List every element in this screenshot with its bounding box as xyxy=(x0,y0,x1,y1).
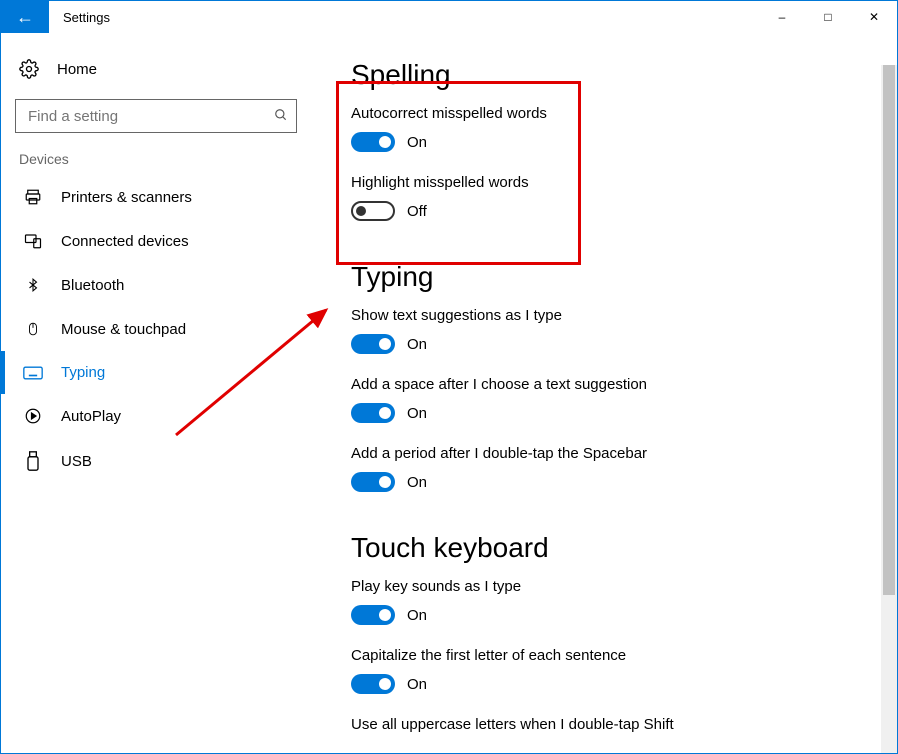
autocorrect-toggle-row: On xyxy=(351,132,857,152)
highlight-label: Highlight misspelled words xyxy=(351,174,857,191)
close-button[interactable]: ✕ xyxy=(851,1,897,33)
capitalize-label: Capitalize the first letter of each sent… xyxy=(351,647,857,664)
capitalize-toggle-row: On xyxy=(351,674,857,694)
highlight-state: Off xyxy=(407,203,427,220)
keyboard-icon xyxy=(23,366,43,380)
sounds-toggle-row: On xyxy=(351,605,857,625)
suggestions-state: On xyxy=(407,336,427,353)
highlight-toggle-row: Off xyxy=(351,201,857,221)
space-state: On xyxy=(407,405,427,422)
scrollbar-thumb[interactable] xyxy=(883,65,895,595)
window-controls: – □ ✕ xyxy=(759,1,897,33)
gear-icon xyxy=(19,59,39,79)
period-toggle-row: On xyxy=(351,472,857,492)
settings-window: ← Settings – □ ✕ Home xyxy=(0,0,898,754)
sidebar-item-label: Connected devices xyxy=(61,233,189,250)
space-toggle[interactable] xyxy=(351,403,395,423)
sidebar-item-label: USB xyxy=(61,453,92,470)
bluetooth-icon xyxy=(23,276,43,294)
highlight-toggle[interactable] xyxy=(351,201,395,221)
sidebar-item-label: Typing xyxy=(61,364,105,381)
sounds-state: On xyxy=(407,607,427,624)
sidebar-item-printers[interactable]: Printers & scanners xyxy=(1,175,311,219)
touch-heading: Touch keyboard xyxy=(351,532,857,564)
space-toggle-row: On xyxy=(351,403,857,423)
search-wrap xyxy=(15,99,297,133)
sidebar: Home Devices Printers & scanners xyxy=(1,33,311,753)
home-button[interactable]: Home xyxy=(1,49,311,89)
sidebar-item-label: Mouse & touchpad xyxy=(61,321,186,338)
body-area: Home Devices Printers & scanners xyxy=(1,33,897,753)
spelling-heading: Spelling xyxy=(351,59,857,91)
close-icon: ✕ xyxy=(869,10,879,24)
search-box[interactable] xyxy=(15,99,297,133)
content-pane: Spelling Autocorrect misspelled words On… xyxy=(311,33,897,753)
search-input[interactable] xyxy=(26,107,274,126)
sidebar-item-typing[interactable]: Typing xyxy=(1,351,311,394)
suggestions-label: Show text suggestions as I type xyxy=(351,307,857,324)
autocorrect-state: On xyxy=(407,134,427,151)
sidebar-item-mouse[interactable]: Mouse & touchpad xyxy=(1,307,311,351)
period-toggle[interactable] xyxy=(351,472,395,492)
maximize-button[interactable]: □ xyxy=(805,1,851,33)
capitalize-state: On xyxy=(407,676,427,693)
suggestions-toggle[interactable] xyxy=(351,334,395,354)
scrollbar-track[interactable] xyxy=(881,65,897,753)
titlebar: ← Settings – □ ✕ xyxy=(1,1,897,33)
maximize-icon: □ xyxy=(824,10,831,24)
suggestions-toggle-row: On xyxy=(351,334,857,354)
arrow-left-icon: ← xyxy=(16,7,34,28)
back-button[interactable]: ← xyxy=(1,1,49,33)
minimize-icon: – xyxy=(779,10,786,24)
search-icon xyxy=(274,108,288,125)
capitalize-toggle[interactable] xyxy=(351,674,395,694)
mouse-icon xyxy=(23,320,43,338)
autocorrect-toggle[interactable] xyxy=(351,132,395,152)
window-title: Settings xyxy=(49,1,759,33)
autoplay-icon xyxy=(23,407,43,425)
minimize-button[interactable]: – xyxy=(759,1,805,33)
typing-heading: Typing xyxy=(351,261,857,293)
period-label: Add a period after I double-tap the Spac… xyxy=(351,445,857,462)
sidebar-item-label: AutoPlay xyxy=(61,408,121,425)
sidebar-item-connected-devices[interactable]: Connected devices xyxy=(1,219,311,263)
printer-icon xyxy=(23,188,43,206)
sounds-label: Play key sounds as I type xyxy=(351,578,857,595)
period-state: On xyxy=(407,474,427,491)
sounds-toggle[interactable] xyxy=(351,605,395,625)
devices-icon xyxy=(23,232,43,250)
sidebar-item-usb[interactable]: USB xyxy=(1,438,311,484)
section-label: Devices xyxy=(1,151,311,175)
autocorrect-label: Autocorrect misspelled words xyxy=(351,105,857,122)
home-label: Home xyxy=(57,61,97,78)
sidebar-item-label: Printers & scanners xyxy=(61,189,192,206)
space-label: Add a space after I choose a text sugges… xyxy=(351,376,857,393)
usb-icon xyxy=(23,451,43,471)
sidebar-item-bluetooth[interactable]: Bluetooth xyxy=(1,263,311,307)
uppercase-label: Use all uppercase letters when I double-… xyxy=(351,716,857,733)
sidebar-item-autoplay[interactable]: AutoPlay xyxy=(1,394,311,438)
sidebar-item-label: Bluetooth xyxy=(61,277,124,294)
